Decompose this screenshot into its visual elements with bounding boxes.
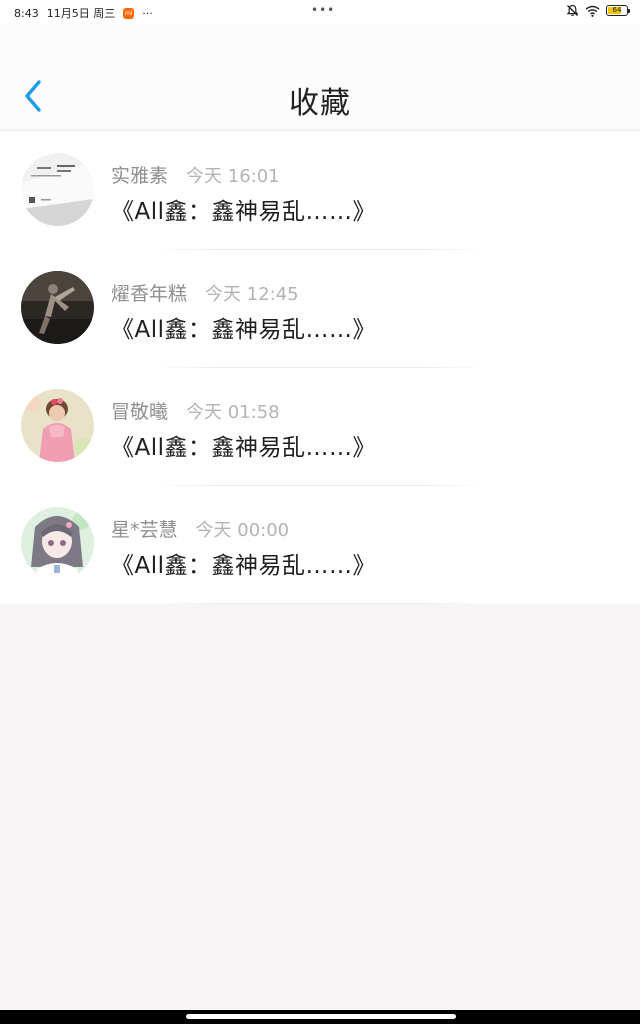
more-notifications-icon: ··· bbox=[142, 6, 153, 20]
status-time: 8:43 bbox=[14, 6, 39, 20]
item-time: 今天 01:58 bbox=[186, 402, 280, 423]
multitask-dots-icon[interactable]: ••• bbox=[311, 3, 335, 17]
author-name: 星*芸慧 bbox=[111, 519, 178, 541]
status-right: 64 bbox=[566, 4, 630, 17]
item-time: 今天 12:45 bbox=[205, 284, 299, 305]
post-title: 《All鑫：鑫神易乱……》 bbox=[111, 317, 377, 343]
item-meta: 冒敬曦 今天 01:58 bbox=[111, 397, 280, 424]
battery-icon: 64 bbox=[606, 5, 630, 16]
item-meta: 实雅素 今天 16:01 bbox=[111, 161, 280, 188]
bell-muted-icon bbox=[566, 4, 579, 17]
favorite-item[interactable]: 冒敬曦 今天 01:58 《All鑫：鑫神易乱……》 bbox=[0, 368, 640, 486]
header: 收藏 bbox=[0, 24, 640, 130]
wifi-icon bbox=[585, 5, 600, 17]
screen: 8:43 11月5日 周三 mi ··· ••• 64 收藏 实雅素 今天 16… bbox=[0, 0, 640, 1024]
author-name: 冒敬曦 bbox=[111, 401, 169, 423]
post-title: 《All鑫：鑫神易乱……》 bbox=[111, 553, 377, 579]
anime-girl-avatar[interactable] bbox=[21, 507, 94, 580]
author-name: 实雅素 bbox=[111, 165, 169, 187]
favorite-item[interactable]: 星*芸慧 今天 00:00 《All鑫：鑫神易乱……》 bbox=[0, 486, 640, 604]
favorites-list: 实雅素 今天 16:01 《All鑫：鑫神易乱……》 燿香年糕 今天 12:45… bbox=[0, 132, 640, 604]
post-title: 《All鑫：鑫神易乱……》 bbox=[111, 199, 377, 225]
post-title: 《All鑫：鑫神易乱……》 bbox=[111, 435, 377, 461]
divider bbox=[150, 603, 490, 604]
favorite-item[interactable]: 燿香年糕 今天 12:45 《All鑫：鑫神易乱……》 bbox=[0, 250, 640, 368]
item-time: 今天 16:01 bbox=[186, 166, 280, 187]
book-photo-avatar[interactable] bbox=[21, 153, 94, 226]
mi-app-icon: mi bbox=[123, 7, 135, 19]
dark-figure-avatar[interactable] bbox=[21, 271, 94, 344]
status-left: 8:43 11月5日 周三 mi ··· bbox=[14, 5, 153, 21]
status-date: 11月5日 周三 bbox=[46, 7, 116, 20]
home-indicator[interactable] bbox=[186, 1014, 456, 1019]
status-bar: 8:43 11月5日 周三 mi ··· ••• 64 bbox=[0, 0, 640, 24]
author-name: 燿香年糕 bbox=[111, 283, 188, 305]
pink-girl-avatar[interactable] bbox=[21, 389, 94, 462]
item-time: 今天 00:00 bbox=[195, 520, 290, 541]
item-meta: 燿香年糕 今天 12:45 bbox=[111, 279, 299, 306]
navigation-bar bbox=[0, 1010, 640, 1024]
favorite-item[interactable]: 实雅素 今天 16:01 《All鑫：鑫神易乱……》 bbox=[0, 132, 640, 250]
page-title: 收藏 bbox=[289, 86, 351, 121]
item-meta: 星*芸慧 今天 00:00 bbox=[111, 515, 289, 542]
battery-level: 64 bbox=[612, 6, 622, 14]
